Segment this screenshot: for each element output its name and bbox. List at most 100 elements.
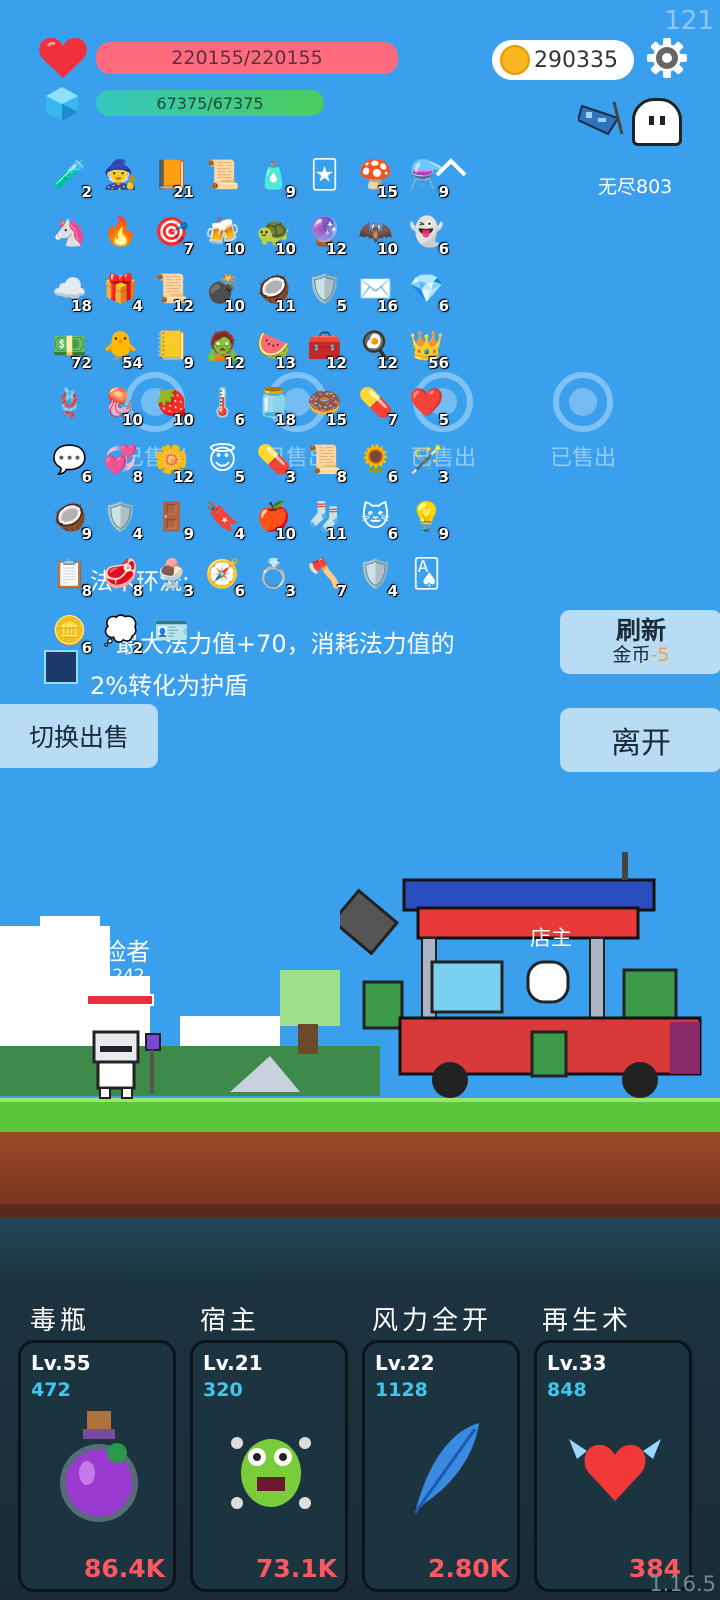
inventory-slot[interactable]: 🃏 (299, 148, 350, 200)
inventory-slot[interactable]: 🐥 54 (95, 319, 146, 373)
inventory-slot[interactable]: 🛡️ 5 (299, 262, 350, 316)
inventory-slot[interactable]: 🎁 4 (95, 262, 146, 316)
inventory-slot[interactable]: 📜 8 (299, 433, 350, 487)
inventory-slot[interactable]: 🫙 18 (248, 376, 299, 430)
inventory-slot[interactable]: 🧭 6 (197, 547, 248, 601)
item-count: 3 (438, 468, 449, 486)
inventory-slot[interactable]: 🪪 (146, 604, 197, 656)
inventory-slot[interactable]: 🛡️ 4 (350, 547, 401, 601)
sold-ring-icon (553, 372, 613, 432)
inventory-slot[interactable]: 👑 56 (401, 319, 452, 373)
inventory-slot[interactable]: 🔮 12 (299, 205, 350, 259)
inventory-slot[interactable]: 🍨 3 (146, 547, 197, 601)
skill-card[interactable]: Lv.22 1128 2.80K (362, 1340, 520, 1592)
inventory-slot[interactable]: 🂡 (401, 547, 452, 599)
inventory-slot[interactable]: 🍓 10 (146, 376, 197, 430)
inventory-slot[interactable]: 🧴 9 (248, 148, 299, 202)
inventory-slot[interactable]: 💵 72 (44, 319, 95, 373)
inventory-slot[interactable]: 🔥 (95, 205, 146, 257)
inventory-slot[interactable]: 🪓 7 (299, 547, 350, 601)
inventory-slot[interactable]: 🚪 9 (146, 490, 197, 544)
ghost-avatar-icon[interactable] (632, 98, 682, 146)
inventory-slot[interactable]: 📜 12 (146, 262, 197, 316)
item-count: 8 (132, 582, 143, 600)
inventory-slot[interactable]: 🧦 11 (299, 490, 350, 544)
skill-card[interactable]: Lv.21 320 73.1K (190, 1340, 348, 1592)
inventory-slot[interactable]: 💊 7 (350, 376, 401, 430)
inventory-slot[interactable]: 🌼 12 (146, 433, 197, 487)
inventory-slot[interactable]: 🥩 8 (95, 547, 146, 601)
inventory-slot[interactable]: ✉️ 16 (350, 262, 401, 316)
inventory-slot[interactable]: ❤️ 5 (401, 376, 452, 430)
inventory-row: 🥥 9 🛡️ 4 🚪 9 🔖 4 🍎 10 🧦 11 🐱 6 💡 9 (44, 490, 452, 547)
inventory-slot[interactable]: 💊 3 (248, 433, 299, 487)
inventory-slot[interactable]: 🍳 12 (350, 319, 401, 373)
inventory-slot[interactable]: 🥥 11 (248, 262, 299, 316)
chevron-up-icon[interactable] (434, 156, 468, 178)
item-count: 10 (224, 297, 245, 315)
inventory-slot[interactable]: 🪄 3 (401, 433, 452, 487)
inventory-slot[interactable]: 🪙 6 (44, 604, 95, 658)
inventory-slot[interactable]: 💍 3 (248, 547, 299, 601)
refresh-button[interactable]: 刷新 金币-5 (560, 610, 720, 674)
inventory-slot[interactable]: 🧙 (95, 148, 146, 200)
skill-damage: 73.1K (255, 1554, 337, 1583)
mana-gem-icon (46, 87, 78, 121)
inventory-slot[interactable]: 💣 10 (197, 262, 248, 316)
inventory-slot[interactable]: 🍄 15 (350, 148, 401, 202)
inventory-slot[interactable]: 🧪 2 (44, 148, 95, 202)
inventory-slot[interactable]: 🐢 10 (248, 205, 299, 259)
inventory-slot[interactable]: ☁️ 18 (44, 262, 95, 316)
blue-flag-icon[interactable] (578, 98, 626, 138)
item-count: 2 (132, 639, 143, 657)
inventory-slot[interactable]: 🧰 12 (299, 319, 350, 373)
inventory-slot[interactable]: 🍎 10 (248, 490, 299, 544)
inventory-slot[interactable]: 🦄 (44, 205, 95, 257)
item-count: 12 (173, 468, 194, 486)
gear-icon[interactable] (647, 38, 687, 78)
inventory-slot[interactable]: 🪼 10 (95, 376, 146, 430)
inventory-slot[interactable]: 💭 2 (95, 604, 146, 658)
inventory-slot[interactable]: 💎 6 (401, 262, 452, 316)
skill-card[interactable]: Lv.55 472 86.4K (18, 1340, 176, 1592)
inventory-slot[interactable]: 🌡️ 6 (197, 376, 248, 430)
inventory-slot[interactable]: 💞 8 (95, 433, 146, 487)
inventory-slot[interactable]: 🍻 10 (197, 205, 248, 259)
inventory-slot[interactable]: 🥥 9 (44, 490, 95, 544)
inventory-slot[interactable]: 💡 9 (401, 490, 452, 544)
item-count: 8 (132, 468, 143, 486)
inventory-slot[interactable]: 🔖 4 (197, 490, 248, 544)
green-monster-icon (223, 1403, 319, 1523)
item-count: 6 (81, 468, 92, 486)
inventory-slot[interactable]: 🛡️ 4 (95, 490, 146, 544)
inventory-slot[interactable]: 🦇 10 (350, 205, 401, 259)
item-count: 7 (336, 582, 347, 600)
inventory-slot[interactable]: 🐱 6 (350, 490, 401, 544)
item-count: 18 (71, 297, 92, 315)
inventory-slot[interactable]: 😇 5 (197, 433, 248, 487)
skill-card[interactable]: Lv.33 848 384 (534, 1340, 692, 1592)
inventory-slot[interactable]: 🎯 7 (146, 205, 197, 259)
inventory-slot[interactable]: 🌻 6 (350, 433, 401, 487)
refresh-cost: 金币-5 (612, 644, 670, 667)
inventory-slot[interactable]: 🧟 12 (197, 319, 248, 373)
inventory-row: 💬 6 💞 8 🌼 12 😇 5 💊 3 📜 8 🌻 6 🪄 3 (44, 433, 452, 490)
skill-damage: 2.80K (427, 1554, 509, 1583)
item-count: 16 (377, 297, 398, 315)
switch-sell-button[interactable]: 切换出售 (0, 704, 158, 768)
inventory-slot[interactable]: 📒 9 (146, 319, 197, 373)
inventory-slot[interactable]: 🍩 15 (299, 376, 350, 430)
inventory-slot[interactable]: 💬 6 (44, 433, 95, 487)
inventory-slot[interactable]: 🪢 (44, 376, 95, 428)
inventory-slot[interactable]: 📙 21 (146, 148, 197, 202)
skill-value: 848 (547, 1379, 587, 1401)
inventory-slot[interactable]: 👻 6 (401, 205, 452, 259)
item-count: 10 (224, 240, 245, 258)
inventory-slot[interactable]: 🍉 13 (248, 319, 299, 373)
inventory-slot[interactable]: 📋 8 (44, 547, 95, 601)
leave-button[interactable]: 离开 (560, 708, 720, 772)
inventory-row: ☁️ 18 🎁 4 📜 12 💣 10 🥥 11 🛡️ 5 ✉️ 16 💎 6 (44, 262, 452, 319)
item-count: 7 (183, 240, 194, 258)
mp-text: 67375/67375 (156, 93, 264, 113)
inventory-slot[interactable]: 📜 (197, 148, 248, 200)
